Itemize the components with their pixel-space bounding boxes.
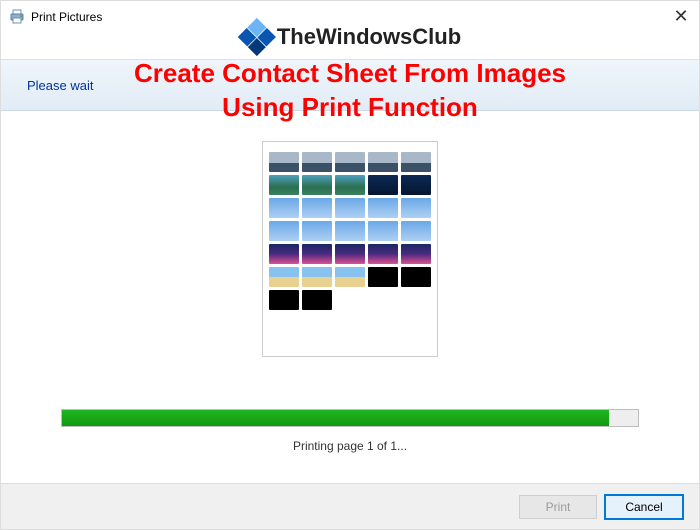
thumbnail bbox=[269, 175, 299, 195]
brand-overlay: TheWindowsClub bbox=[239, 19, 461, 55]
thumbnail bbox=[335, 221, 365, 241]
printer-icon bbox=[9, 9, 25, 25]
thumbnail bbox=[335, 152, 365, 172]
progress-fill bbox=[62, 410, 609, 426]
thumbnail bbox=[368, 244, 398, 264]
dialog-footer: Print Cancel bbox=[1, 483, 699, 529]
window-title: Print Pictures bbox=[31, 10, 102, 24]
thumbnail bbox=[269, 198, 299, 218]
please-wait-text: Please wait bbox=[27, 78, 93, 93]
headline-line2: Using Print Function bbox=[134, 91, 566, 125]
thumbnail bbox=[401, 244, 431, 264]
thumbnail bbox=[368, 198, 398, 218]
close-button[interactable]: ✕ bbox=[671, 7, 691, 27]
thumbnail bbox=[269, 290, 299, 310]
thumbnail bbox=[401, 290, 431, 310]
thumbnail bbox=[368, 175, 398, 195]
thumbnail bbox=[335, 198, 365, 218]
thumbnail bbox=[368, 267, 398, 287]
thumbnail bbox=[335, 175, 365, 195]
status-text: Printing page 1 of 1... bbox=[1, 439, 699, 453]
thumbnail bbox=[269, 152, 299, 172]
headline-overlay: Create Contact Sheet From Images Using P… bbox=[134, 57, 566, 125]
brand-logo-icon bbox=[238, 18, 276, 56]
thumbnail bbox=[368, 221, 398, 241]
thumbnail bbox=[269, 267, 299, 287]
cancel-button[interactable]: Cancel bbox=[605, 495, 683, 519]
thumbnail bbox=[335, 267, 365, 287]
thumbnail bbox=[302, 244, 332, 264]
headline-line1: Create Contact Sheet From Images bbox=[134, 58, 566, 88]
thumbnail bbox=[335, 244, 365, 264]
print-button: Print bbox=[519, 495, 597, 519]
thumbnail bbox=[302, 221, 332, 241]
thumbnail bbox=[401, 198, 431, 218]
thumbnail bbox=[401, 152, 431, 172]
brand-name: TheWindowsClub bbox=[277, 24, 461, 50]
thumbnail bbox=[368, 290, 398, 310]
thumbnail bbox=[269, 221, 299, 241]
thumbnail-grid bbox=[269, 152, 431, 310]
contact-sheet-preview bbox=[262, 141, 438, 357]
thumbnail bbox=[302, 290, 332, 310]
thumbnail bbox=[269, 244, 299, 264]
thumbnail bbox=[401, 221, 431, 241]
thumbnail bbox=[335, 290, 365, 310]
thumbnail bbox=[401, 175, 431, 195]
thumbnail bbox=[401, 267, 431, 287]
thumbnail bbox=[302, 175, 332, 195]
thumbnail bbox=[302, 198, 332, 218]
thumbnail bbox=[368, 152, 398, 172]
thumbnail bbox=[302, 267, 332, 287]
progress-bar bbox=[61, 409, 639, 427]
thumbnail bbox=[302, 152, 332, 172]
